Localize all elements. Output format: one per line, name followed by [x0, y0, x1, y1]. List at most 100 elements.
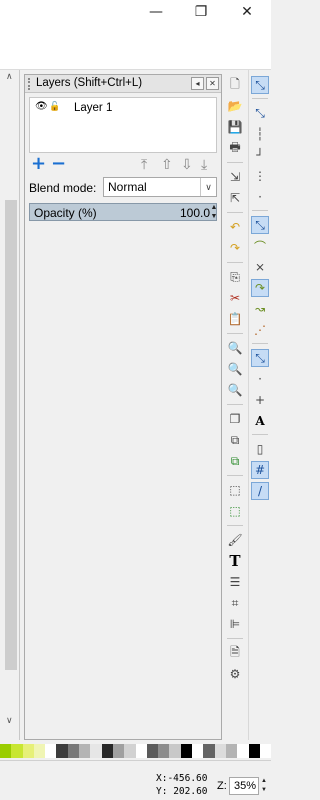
layers-panel-header[interactable]: Layers (Shift+Ctrl+L) ◂ ✕ [25, 75, 221, 93]
snap-text-baseline-icon[interactable]: A [251, 412, 269, 430]
snap-grid-icon[interactable]: # [251, 461, 269, 479]
title-bar: — ❐ ✕ [0, 0, 271, 24]
snap-cusp-nodes-icon[interactable]: ↷ [251, 279, 269, 297]
snap-nodes-icon[interactable]: ⤡ [251, 216, 269, 234]
copy-icon[interactable]: ⎘ [226, 268, 244, 286]
layer-name[interactable]: Layer 1 [74, 102, 112, 114]
clone-icon[interactable]: ⧉ [226, 431, 244, 449]
minimize-button[interactable]: — [133, 0, 179, 24]
palette-swatch[interactable] [45, 744, 57, 758]
snap-rotation-center-icon[interactable]: + [251, 391, 269, 409]
export-icon[interactable]: ⇱ [226, 189, 244, 207]
toolbar-separator [227, 475, 243, 476]
zoom-page-icon[interactable]: 🔍 [226, 381, 244, 399]
palette-swatch[interactable] [135, 744, 147, 758]
palette-swatch[interactable] [214, 744, 226, 758]
new-document-icon[interactable]: 🗋 [226, 76, 244, 94]
snap-enable-icon[interactable]: ⤡ [251, 76, 269, 94]
lower-layer-icon[interactable]: ⇩ [181, 157, 193, 173]
close-button[interactable]: ✕ [224, 0, 270, 24]
panel-iconify-button[interactable]: ◂ [191, 77, 204, 90]
align-distribute-icon[interactable]: ⊫ [226, 615, 244, 633]
snap-path-icon[interactable]: ⌒ [251, 237, 269, 255]
palette-swatch[interactable] [248, 744, 260, 758]
color-palette[interactable] [0, 744, 272, 758]
undo-icon[interactable]: ↶ [226, 218, 244, 236]
scroll-down-arrow[interactable]: ∨ [6, 716, 13, 726]
palette-swatch[interactable] [0, 744, 12, 758]
palette-swatch[interactable] [158, 744, 170, 758]
palette-swatch[interactable] [237, 744, 249, 758]
raise-layer-icon[interactable]: ⇧ [161, 157, 173, 173]
snap-bbox-corner-icon[interactable]: ┘ [251, 146, 269, 164]
opacity-slider[interactable]: Opacity (%) 100.0 [29, 203, 217, 221]
snap-bbox-edge-icon[interactable]: ┆ [251, 125, 269, 143]
scroll-up-arrow[interactable]: ∧ [6, 72, 13, 82]
palette-swatch[interactable] [146, 744, 159, 758]
palette-swatch[interactable] [259, 744, 272, 758]
remove-layer-button[interactable]: − [51, 153, 66, 174]
blend-mode-select[interactable]: Normal ∨ [103, 177, 217, 197]
snap-smooth-nodes-icon[interactable]: ↝ [251, 300, 269, 318]
chevron-down-icon[interactable]: ∨ [200, 178, 216, 196]
snap-bbox-icon[interactable]: ⤡ [251, 104, 269, 122]
open-folder-icon[interactable]: 📂 [226, 97, 244, 115]
raise-to-top-icon[interactable]: ⤒ [141, 157, 147, 173]
fill-stroke-icon[interactable]: 🖌 [226, 531, 244, 549]
canvas-vertical-scrollbar[interactable]: ∧ ∨ [0, 70, 20, 740]
snap-guide-icon[interactable]: / [251, 482, 269, 500]
palette-swatch[interactable] [56, 744, 68, 758]
snap-midpoints-icon[interactable]: ⋰ [251, 321, 269, 339]
zoom-field[interactable]: 35% [229, 777, 259, 795]
palette-swatch[interactable] [90, 744, 102, 758]
layers-icon[interactable]: ☰ [226, 573, 244, 591]
y-coordinate: 202.60 [173, 786, 208, 797]
redo-icon[interactable]: ↷ [226, 239, 244, 257]
opacity-spinner[interactable]: ▲ ▼ [209, 203, 219, 221]
palette-swatch[interactable] [192, 744, 204, 758]
palette-swatch[interactable] [22, 744, 34, 758]
palette-swatch[interactable] [225, 744, 238, 758]
palette-swatch[interactable] [180, 744, 193, 758]
eye-icon[interactable]: 👁 [35, 101, 48, 112]
palette-swatch[interactable] [112, 744, 125, 758]
snap-object-center-icon[interactable]: · [251, 370, 269, 388]
maximize-button[interactable]: ❐ [178, 0, 224, 24]
save-icon[interactable]: 💾 [226, 118, 244, 136]
lower-to-bottom-icon[interactable]: ⤓ [201, 157, 207, 173]
xml-editor-icon[interactable]: ⌗ [226, 594, 244, 612]
snap-bbox-center-icon[interactable]: · [251, 188, 269, 206]
ungroup-icon[interactable]: ⬚ [226, 502, 244, 520]
zoom-spinner[interactable]: ▲ ▼ [261, 777, 269, 795]
zoom-selection-icon[interactable]: 🔍 [226, 339, 244, 357]
preferences-icon[interactable]: ⚙ [226, 665, 244, 683]
snap-page-border-icon[interactable]: ▯ [251, 440, 269, 458]
palette-swatch[interactable] [67, 744, 80, 758]
add-layer-button[interactable]: + [31, 153, 46, 174]
unlock-icon[interactable]: 🔓 [49, 101, 60, 112]
unlink-clone-icon[interactable]: ⧉ [226, 452, 244, 470]
text-font-icon[interactable]: T [226, 552, 244, 570]
drag-handle-icon[interactable] [28, 78, 33, 90]
snap-others-icon[interactable]: ⤡ [251, 349, 269, 367]
snap-intersection-icon[interactable]: ⨯ [251, 258, 269, 276]
duplicate-icon[interactable]: ❐ [226, 410, 244, 428]
zoom-drawing-icon[interactable]: 🔍 [226, 360, 244, 378]
palette-swatch[interactable] [11, 744, 23, 758]
document-properties-icon[interactable]: 🗎 [226, 644, 244, 662]
paste-icon[interactable]: 📋 [226, 310, 244, 328]
cut-icon[interactable]: ✂ [226, 289, 244, 307]
palette-swatch[interactable] [169, 744, 181, 758]
palette-swatch[interactable] [101, 744, 113, 758]
snap-bbox-midpoint-icon[interactable]: ⋮ [251, 167, 269, 185]
palette-swatch[interactable] [33, 744, 46, 758]
palette-swatch[interactable] [124, 744, 136, 758]
layer-row[interactable]: 👁 🔓 Layer 1 [30, 98, 216, 118]
import-icon[interactable]: ⇲ [226, 168, 244, 186]
group-icon[interactable]: ⬚ [226, 481, 244, 499]
scrollbar-thumb[interactable] [5, 200, 17, 670]
print-icon[interactable]: 🖶 [226, 139, 244, 157]
palette-swatch[interactable] [203, 744, 215, 758]
panel-close-button[interactable]: ✕ [206, 77, 219, 90]
palette-swatch[interactable] [79, 744, 91, 758]
